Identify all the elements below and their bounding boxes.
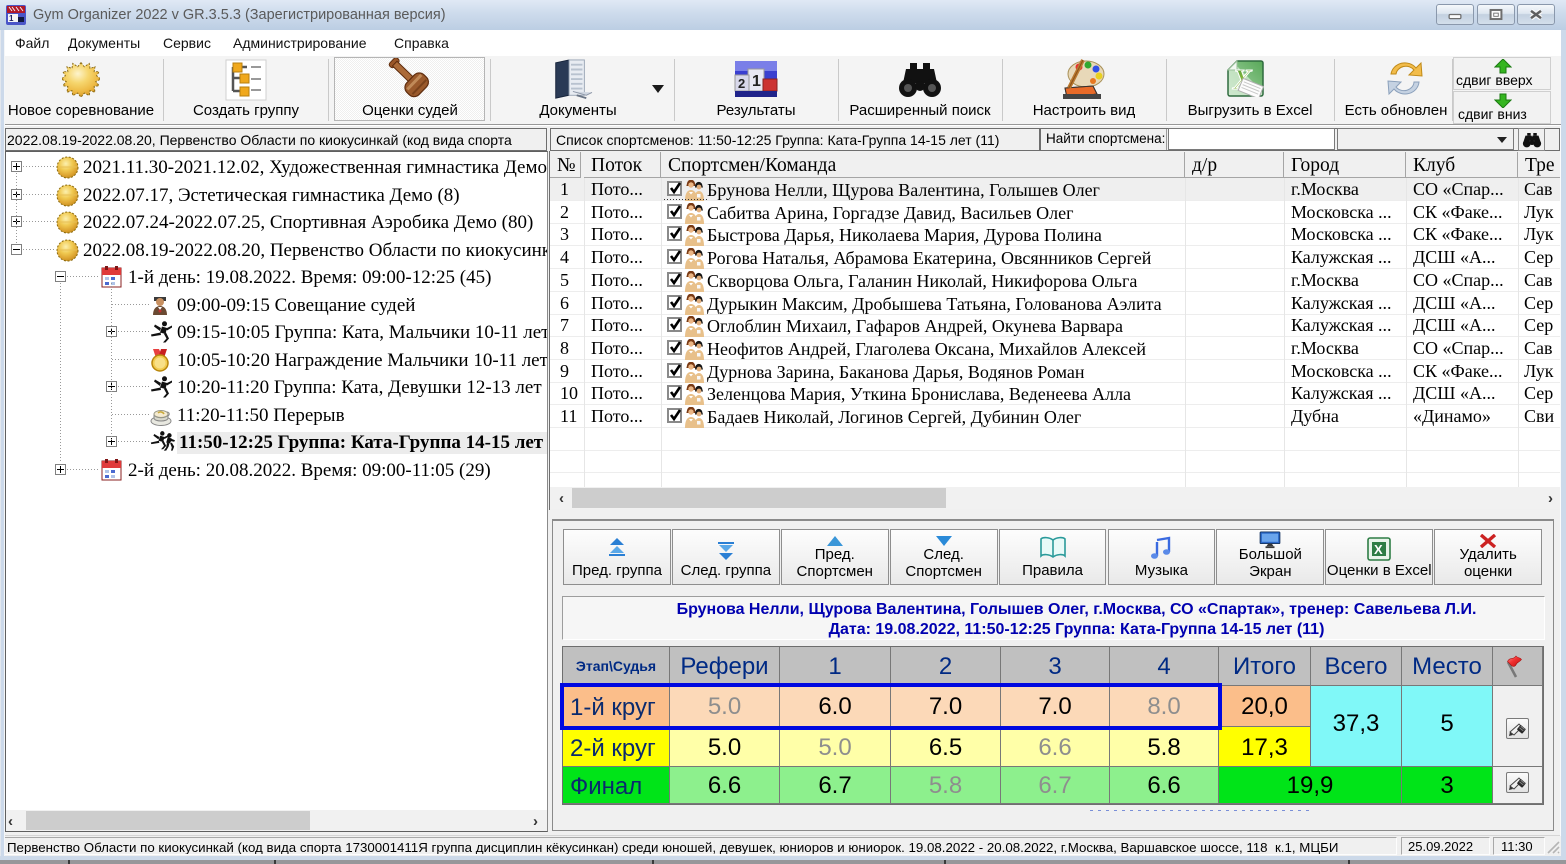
svg-text:1: 1 (9, 14, 14, 23)
svg-text:2: 2 (738, 76, 745, 91)
svg-text:X: X (1374, 542, 1383, 557)
svg-text:1: 1 (752, 73, 761, 90)
